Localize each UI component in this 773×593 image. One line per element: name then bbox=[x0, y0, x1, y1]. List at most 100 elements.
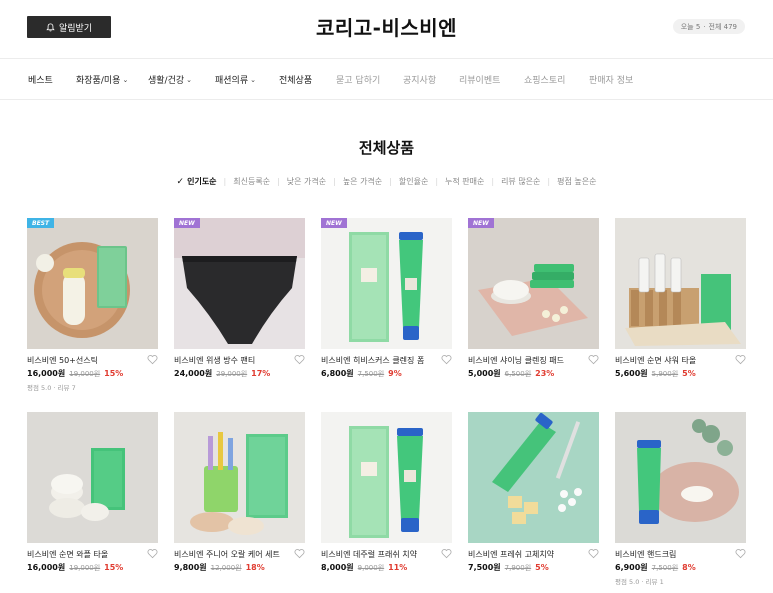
heart-icon[interactable] bbox=[588, 548, 599, 559]
original-price: 12,000원 bbox=[210, 564, 242, 572]
price-row: 8,000원 9,000원 11% bbox=[321, 562, 407, 573]
sale-price: 5,000원 bbox=[468, 369, 501, 378]
new-badge: NEW bbox=[174, 218, 200, 228]
new-badge: NEW bbox=[468, 218, 494, 228]
price-row: 5,000원 6,500원 23% bbox=[468, 368, 554, 379]
nav-item-best[interactable]: 베스트 bbox=[28, 73, 53, 86]
store-title[interactable]: 코리고-비스비엔 bbox=[0, 12, 773, 41]
price-row: 9,800원 12,000원 18% bbox=[174, 562, 265, 573]
heart-icon[interactable] bbox=[588, 354, 599, 365]
sort-option[interactable]: 누적 판매순 bbox=[438, 176, 491, 187]
main-nav: 베스트 화장품/미용 ⌄ 생활/건강 ⌄ 패션의류 ⌄ 전체상품 묻고 답하기 공지사… bbox=[0, 58, 773, 100]
price-row: 16,000원 19,000원 15% bbox=[27, 562, 123, 573]
nav-label: 베스트 bbox=[28, 76, 53, 86]
sort-option[interactable]: ✓ 인기도순 bbox=[170, 176, 224, 187]
nav-item-all-products[interactable]: 전체상품 bbox=[279, 73, 312, 86]
heart-icon[interactable] bbox=[735, 548, 746, 559]
nav-item-seller-info[interactable]: 판매자 정보 bbox=[589, 73, 633, 86]
product-image[interactable]: NEW bbox=[468, 218, 599, 349]
sale-price: 8,000원 bbox=[321, 563, 354, 572]
discount-rate: 5% bbox=[682, 369, 696, 378]
product-name[interactable]: 비스비엔 50+선스틱 bbox=[27, 355, 142, 366]
discount-rate: 17% bbox=[251, 369, 271, 378]
heart-icon[interactable] bbox=[441, 354, 452, 365]
product-image[interactable] bbox=[468, 412, 599, 543]
heart-icon[interactable] bbox=[294, 548, 305, 559]
visit-today: 오늘 5 bbox=[680, 22, 701, 31]
sale-price: 16,000원 bbox=[27, 369, 66, 378]
page-title: 전체상품 bbox=[358, 139, 415, 157]
sort-option[interactable]: 최신등록순 bbox=[226, 176, 277, 187]
new-badge: NEW bbox=[321, 218, 347, 228]
review-summary: 평점 5.0 · 리뷰 1 bbox=[615, 578, 664, 586]
visit-total: 전체 479 bbox=[708, 22, 737, 31]
sort-option[interactable]: 높은 가격순 bbox=[336, 176, 389, 187]
nav-label: 패션의류 bbox=[215, 76, 249, 86]
nav-label: 생활/건강 bbox=[148, 76, 185, 86]
chevron-down-icon: ⌄ bbox=[250, 75, 256, 84]
store-header: 알림받기 코리고-비스비엔 오늘 5 · 전체 479 bbox=[0, 0, 773, 58]
heart-icon[interactable] bbox=[735, 354, 746, 365]
product-name[interactable]: 비스비엔 순면 와플 타올 bbox=[27, 549, 142, 560]
heart-icon[interactable] bbox=[147, 548, 158, 559]
product-name[interactable]: 비스비엔 샤이닝 클렌징 패드 bbox=[468, 355, 583, 366]
product-image[interactable]: NEW bbox=[174, 218, 305, 349]
heart-icon[interactable] bbox=[441, 548, 452, 559]
original-price: 19,000원 bbox=[69, 370, 101, 378]
sale-price: 7,500원 bbox=[468, 563, 501, 572]
price-row: 7,500원 7,900원 5% bbox=[468, 562, 549, 573]
discount-rate: 23% bbox=[535, 369, 555, 378]
original-price: 5,900원 bbox=[651, 370, 679, 378]
best-badge: BEST bbox=[27, 218, 55, 228]
original-price: 9,000원 bbox=[357, 564, 385, 572]
discount-rate: 8% bbox=[682, 563, 696, 572]
chevron-down-icon: ⌄ bbox=[186, 75, 193, 84]
heart-icon[interactable] bbox=[294, 354, 305, 365]
product-image[interactable] bbox=[27, 412, 158, 543]
product-name[interactable]: 비스비엔 히비스커스 클렌징 폼 bbox=[321, 355, 436, 366]
product-name[interactable]: 비스비엔 순면 샤워 타올 bbox=[615, 355, 730, 366]
original-price: 7,500원 bbox=[651, 564, 679, 572]
original-price: 29,000원 bbox=[216, 370, 248, 378]
nav-item-living[interactable]: 생활/건강 ⌄ bbox=[148, 73, 193, 87]
nav-item-shopping-story[interactable]: 쇼핑스토리 bbox=[524, 73, 565, 86]
check-icon: ✓ bbox=[176, 177, 185, 187]
nav-label: 전체상품 bbox=[279, 76, 313, 86]
product-image[interactable]: NEW bbox=[321, 218, 452, 349]
sale-price: 9,800원 bbox=[174, 563, 207, 572]
sort-option[interactable]: 할인율순 bbox=[392, 176, 435, 187]
nav-item-fashion[interactable]: 패션의류 ⌄ bbox=[215, 73, 256, 87]
product-name[interactable]: 비스비엔 핸드크림 bbox=[615, 549, 730, 560]
product-name[interactable]: 비스비엔 프레쉬 고체치약 bbox=[468, 549, 583, 560]
sale-price: 6,800원 bbox=[321, 369, 354, 378]
original-price: 19,000원 bbox=[69, 564, 101, 572]
product-image[interactable]: BEST bbox=[27, 218, 158, 349]
nav-item-qna[interactable]: 묻고 답하기 bbox=[336, 73, 380, 86]
nav-item-notice[interactable]: 공지사항 bbox=[403, 73, 436, 86]
product-image[interactable] bbox=[615, 218, 746, 349]
nav-item-review-event[interactable]: 리뷰이벤트 bbox=[459, 73, 500, 86]
nav-item-beauty[interactable]: 화장품/미용 ⌄ bbox=[76, 73, 129, 87]
product-name[interactable]: 비스비엔 주니어 오랄 케어 세트 bbox=[174, 549, 289, 560]
heart-icon[interactable] bbox=[147, 354, 158, 365]
price-row: 6,800원 7,500원 9% bbox=[321, 368, 402, 379]
product-name[interactable]: 비스비엔 위생 방수 팬티 bbox=[174, 355, 289, 366]
nav-label: 공지사항 bbox=[403, 76, 437, 86]
product-name[interactable]: 비스비엔 데주럴 프래쉬 치약 bbox=[321, 549, 436, 560]
product-image[interactable] bbox=[174, 412, 305, 543]
price-row: 5,600원 5,900원 5% bbox=[615, 368, 696, 379]
sale-price: 16,000원 bbox=[27, 563, 66, 572]
sort-bar: ✓ 인기도순 | 최신등록순 | 낮은 가격순 | 높은 가격순 | 할인율순 |… bbox=[0, 176, 773, 187]
sort-option[interactable]: 리뷰 많은순 bbox=[494, 176, 547, 187]
sort-option[interactable]: 낮은 가격순 bbox=[280, 176, 333, 187]
nav-label: 쇼핑스토리 bbox=[524, 76, 566, 86]
product-image[interactable] bbox=[615, 412, 746, 543]
chevron-down-icon: ⌄ bbox=[122, 75, 129, 84]
product-image[interactable] bbox=[321, 412, 452, 543]
sort-label: 인기도순 bbox=[187, 177, 217, 186]
sort-option[interactable]: 평점 높은순 bbox=[550, 176, 603, 187]
nav-label: 판매자 정보 bbox=[589, 76, 634, 86]
sale-price: 24,000원 bbox=[174, 369, 213, 378]
discount-rate: 15% bbox=[104, 369, 124, 378]
discount-rate: 15% bbox=[104, 563, 124, 572]
